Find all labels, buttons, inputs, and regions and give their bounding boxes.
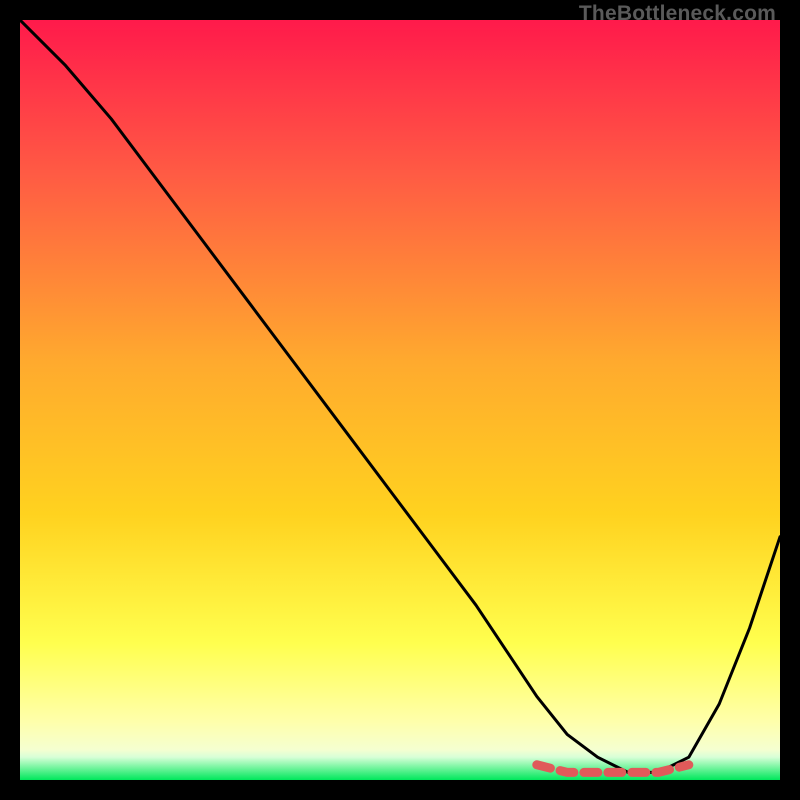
watermark-text: TheBottleneck.com <box>579 2 776 26</box>
chart-frame <box>20 20 780 780</box>
gradient-background <box>20 20 780 780</box>
bottleneck-chart <box>20 20 780 780</box>
